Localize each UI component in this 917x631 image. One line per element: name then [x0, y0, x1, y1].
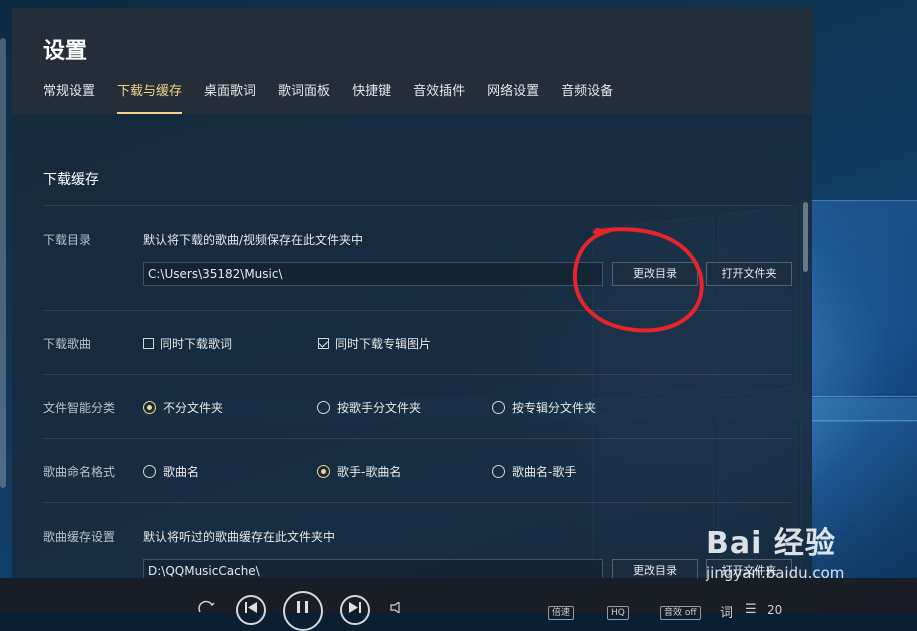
- cache-description: 默认将听过的歌曲缓存在此文件夹中: [143, 530, 336, 544]
- tab-network[interactable]: 网络设置: [487, 82, 539, 114]
- playlist-icon[interactable]: ☰: [745, 602, 757, 617]
- download-dir-path-field[interactable]: C:\Users\35182\Music\: [143, 262, 603, 286]
- naming-song-artist-radio[interactable]: 歌曲名-歌手: [492, 463, 576, 480]
- previous-icon: [245, 602, 257, 613]
- category-none-radio[interactable]: 不分文件夹: [143, 399, 223, 416]
- category-album-radio[interactable]: 按专辑分文件夹: [492, 399, 596, 416]
- volume-icon[interactable]: [390, 602, 406, 613]
- left-edge-scrollbar[interactable]: [0, 38, 6, 488]
- next-icon: [349, 602, 361, 613]
- divider: [43, 205, 791, 206]
- naming-song-label: 歌曲名: [163, 465, 200, 479]
- settings-tabs: 常规设置 下载与缓存 桌面歌词 歌词面板 快捷键 音效插件 网络设置 音频设备: [43, 82, 635, 114]
- lyrics-button[interactable]: 词: [720, 602, 733, 621]
- section-title: 下载缓存: [43, 172, 99, 188]
- cache-label: 歌曲缓存设置: [43, 530, 116, 544]
- watermark-site: jingyan.baidu.com: [706, 564, 845, 582]
- tab-shortcuts[interactable]: 快捷键: [352, 82, 391, 114]
- tab-general[interactable]: 常规设置: [43, 82, 95, 114]
- download-lyrics-label: 同时下载歌词: [160, 337, 233, 351]
- settings-scrollbar-thumb[interactable]: [803, 202, 808, 272]
- tab-audio-device[interactable]: 音频设备: [561, 82, 613, 114]
- divider: [43, 502, 791, 503]
- tab-lyrics-panel[interactable]: 歌词面板: [278, 82, 330, 114]
- watermark-logo: Bai 经验: [706, 526, 836, 561]
- naming-artist-song-radio[interactable]: 歌手-歌曲名: [317, 463, 401, 480]
- checkbox-checked-icon: [318, 338, 329, 349]
- naming-artist-song-label: 歌手-歌曲名: [337, 465, 402, 479]
- radio-icon: [492, 401, 505, 414]
- radio-selected-icon: [143, 401, 156, 414]
- radio-icon: [492, 465, 505, 478]
- wallpaper-window-pane-5: [800, 200, 917, 397]
- speed-button[interactable]: 倍速: [548, 606, 575, 620]
- download-dir-label: 下载目录: [43, 233, 92, 247]
- quality-button[interactable]: HQ: [607, 606, 629, 620]
- download-lyrics-checkbox[interactable]: 同时下载歌词: [143, 335, 232, 352]
- repeat-icon[interactable]: [196, 600, 218, 613]
- tab-download-cache[interactable]: 下载与缓存: [117, 82, 183, 114]
- radio-icon: [317, 401, 330, 414]
- tab-sound-plugins[interactable]: 音效插件: [413, 82, 465, 114]
- red-circle-annotation: [572, 227, 704, 333]
- download-songs-label: 下载歌曲: [43, 337, 92, 351]
- tab-desktop-lyrics[interactable]: 桌面歌词: [204, 82, 256, 114]
- naming-song-artist-label: 歌曲名-歌手: [512, 465, 577, 479]
- download-album-art-checkbox[interactable]: 同时下载专辑图片: [318, 335, 431, 352]
- download-dir-open-button[interactable]: 打开文件夹: [706, 262, 792, 286]
- playlist-count: 20: [767, 603, 783, 617]
- pause-icon: [297, 601, 308, 613]
- radio-selected-icon: [317, 465, 330, 478]
- category-album-label: 按专辑分文件夹: [512, 401, 597, 415]
- checkbox-icon: [143, 338, 154, 349]
- sound-effect-button[interactable]: 音效 off: [660, 606, 701, 620]
- settings-header: 设置 常规设置 下载与缓存 桌面歌词 歌词面板 快捷键 音效插件 网络设置 音频…: [12, 8, 812, 114]
- player-bar: 倍速 HQ 音效 off 词 ☰ 20: [0, 578, 917, 631]
- download-album-art-label: 同时下载专辑图片: [335, 337, 432, 351]
- naming-format-label: 歌曲命名格式: [43, 465, 116, 479]
- divider: [43, 438, 791, 439]
- category-none-label: 不分文件夹: [163, 401, 224, 415]
- category-artist-label: 按歌手分文件夹: [337, 401, 422, 415]
- baidu-jingyan-watermark: Bai 经验 jingyan.baidu.com: [706, 518, 844, 582]
- page-title: 设置: [43, 39, 88, 64]
- download-dir-description: 默认将下载的歌曲/视频保存在此文件夹中: [143, 233, 364, 247]
- smart-category-label: 文件智能分类: [43, 401, 116, 415]
- radio-icon: [143, 465, 156, 478]
- naming-song-radio[interactable]: 歌曲名: [143, 463, 199, 480]
- category-artist-radio[interactable]: 按歌手分文件夹: [317, 399, 421, 416]
- divider: [43, 374, 791, 375]
